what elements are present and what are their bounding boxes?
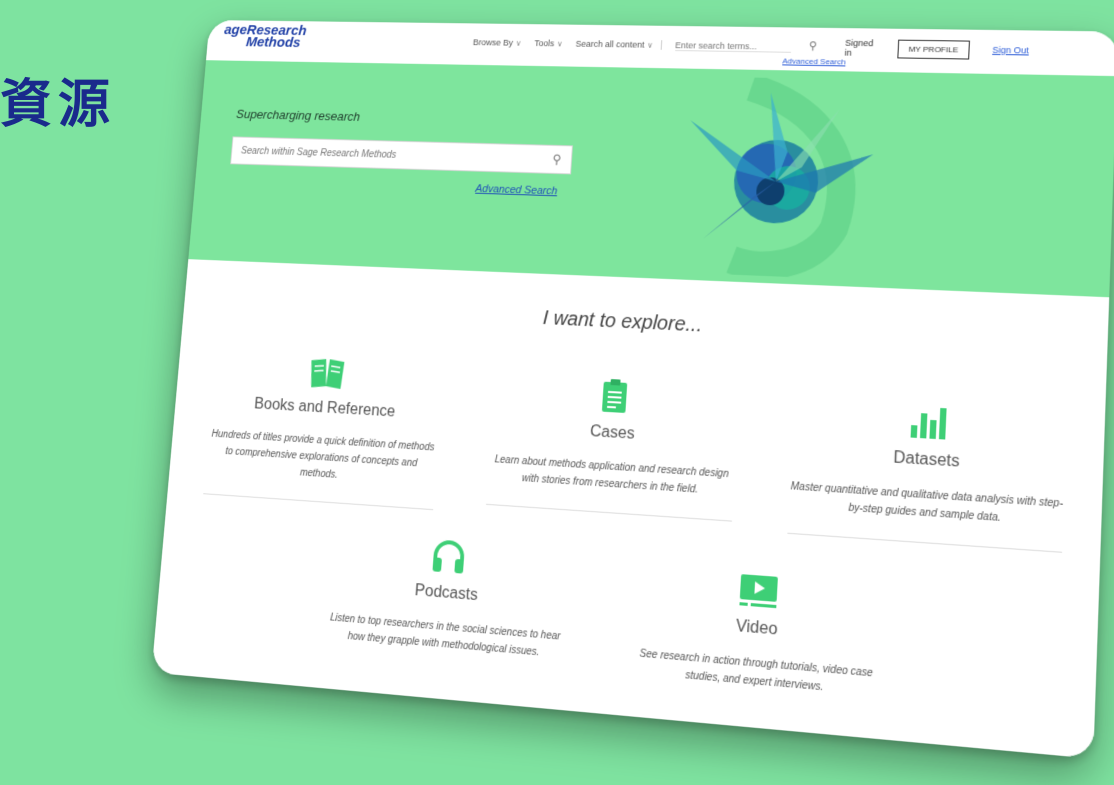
divider (787, 532, 1063, 553)
search-icon[interactable]: ⚲ (552, 152, 562, 167)
screenshot-frame: ageResearch Methods Browse By ∨ Tools ∨ … (151, 20, 1114, 759)
hero-search-input[interactable] (240, 145, 553, 165)
bar-chart-icon (793, 394, 1068, 449)
chevron-down-icon: ∨ (515, 38, 522, 48)
search-scope-label: Search all content (575, 38, 645, 50)
browse-by-label: Browse By (472, 37, 514, 48)
card-podcasts[interactable]: Podcasts Listen to top researchers in th… (324, 528, 571, 664)
video-icon (627, 560, 895, 620)
chevron-down-icon: ∨ (556, 39, 563, 48)
site-logo[interactable]: ageResearch Methods (223, 22, 367, 51)
explore-heading: I want to explore... (542, 307, 703, 337)
card-description: Master quantitative and qualitative data… (790, 481, 1064, 525)
card-datasets[interactable]: Datasets Master quantitative and qualita… (787, 394, 1068, 553)
chevron-down-icon: ∨ (647, 40, 654, 50)
card-description: Listen to top researchers in the social … (329, 612, 561, 659)
card-title: Datasets (892, 449, 961, 471)
book-icon (213, 348, 444, 397)
signed-in-label: Signed (844, 37, 874, 49)
sign-out-link[interactable]: Sign Out (992, 45, 1029, 56)
hero-banner: Supercharging research ⚲ Advanced Search (188, 60, 1114, 298)
headphones-icon (330, 528, 571, 584)
signed-in-status: Signed in (844, 38, 873, 58)
clipboard-icon (493, 370, 740, 421)
tools-label: Tools (534, 38, 555, 49)
card-description: Learn about methods application and rese… (494, 454, 730, 496)
hero-advanced-search-link[interactable]: Advanced Search (475, 183, 558, 197)
search-scope-select[interactable]: Search all content ∨ (575, 38, 662, 50)
card-description: Hundreds of titles provide a quick defin… (211, 428, 435, 481)
website-screenshot: ageResearch Methods Browse By ∨ Tools ∨ … (151, 20, 1114, 759)
card-books-and-reference[interactable]: Books and Reference Hundreds of titles p… (203, 348, 444, 511)
card-title: Cases (589, 423, 636, 443)
divider (486, 503, 732, 522)
hero-splash-image (662, 76, 893, 281)
divider (203, 493, 434, 511)
explore-section: I want to explore... Books and Reference… (151, 259, 1110, 759)
card-cases[interactable]: Cases Learn about methods application an… (486, 370, 740, 522)
header-search-input[interactable] (674, 39, 792, 53)
browse-by-dropdown[interactable]: Browse By ∨ (473, 38, 522, 48)
tools-dropdown[interactable]: Tools ∨ (534, 38, 563, 48)
hero-search-box[interactable]: ⚲ (230, 136, 573, 175)
header-advanced-search-link[interactable]: Advanced Search (782, 57, 846, 67)
card-video[interactable]: Video See research in action through tut… (622, 560, 895, 703)
search-icon[interactable]: ⚲ (804, 39, 821, 55)
signed-in-sub-label: in (844, 47, 852, 58)
slide-title: 資源 (0, 74, 117, 135)
hero-tagline: Supercharging research (235, 106, 361, 124)
my-profile-button[interactable]: MY PROFILE (897, 39, 970, 60)
card-title: Books and Reference (253, 395, 396, 421)
card-description: See research in action through tutorials… (639, 648, 874, 694)
